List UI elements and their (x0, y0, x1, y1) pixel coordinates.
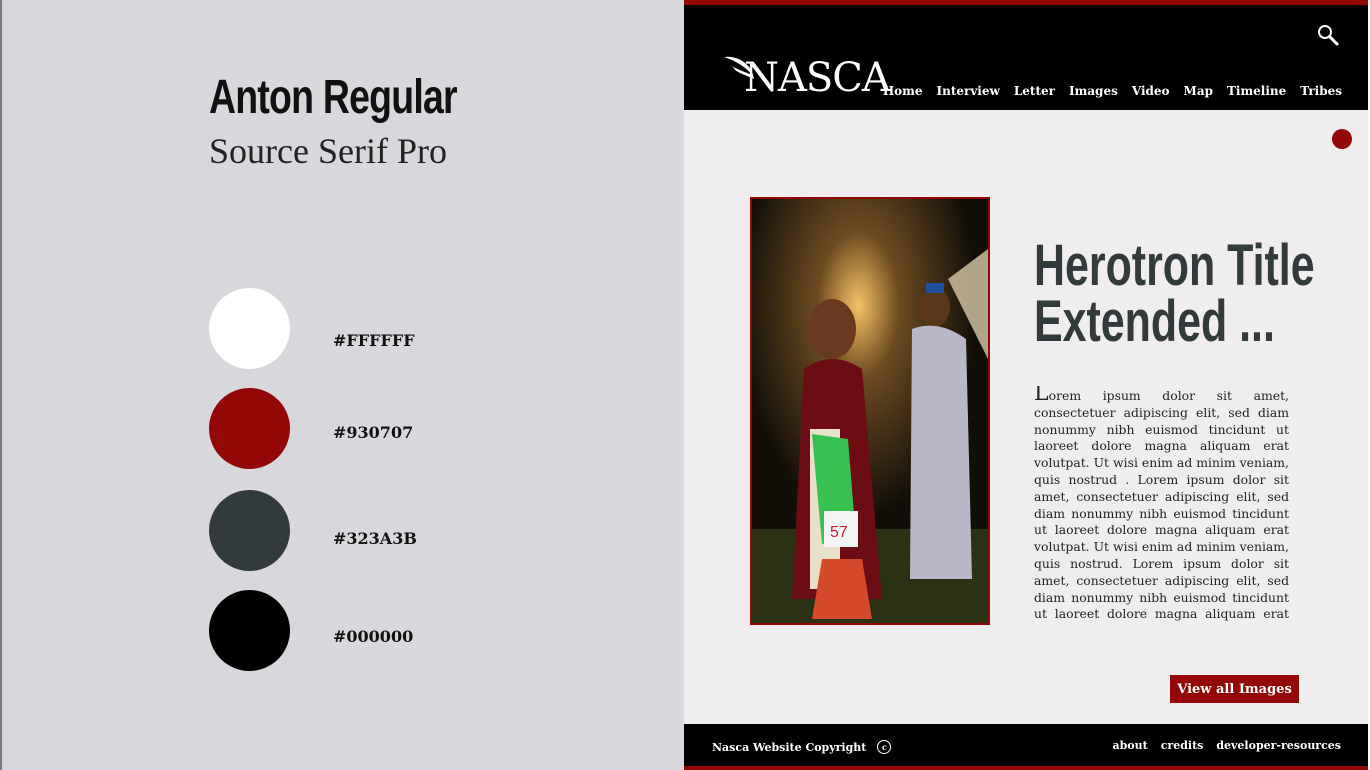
hero-title-line-2: Extended ... (1034, 289, 1275, 354)
hero-body-text: Lorem ipsum dolor sit amet, consectetuer… (1034, 386, 1289, 626)
style-guide-panel: Anton Regular Source Serif Pro #FFFFFF #… (0, 0, 684, 770)
footer-link-credits[interactable]: credits (1161, 739, 1204, 752)
footer-links: about credits developer-resources (1099, 739, 1341, 752)
secondary-font-sample: Source Serif Pro (209, 131, 447, 171)
swatch-label-charcoal: #323A3B (333, 529, 417, 548)
nav-images[interactable]: Images (1069, 84, 1118, 98)
indicator-dot[interactable] (1332, 129, 1352, 149)
site-logo[interactable]: NASCA (722, 53, 891, 103)
swatch-red (209, 388, 290, 469)
footer-link-about[interactable]: about (1112, 739, 1147, 752)
primary-font-sample: Anton Regular (209, 71, 458, 124)
swatch-black (209, 590, 290, 671)
nav-home[interactable]: Home (883, 84, 923, 98)
nav-video[interactable]: Video (1132, 84, 1170, 98)
nav-letter[interactable]: Letter (1014, 84, 1055, 98)
nav-timeline[interactable]: Timeline (1227, 84, 1286, 98)
hero-photo: 57 (750, 197, 990, 625)
nav-interview[interactable]: Interview (937, 84, 1000, 98)
footer-link-developer-resources[interactable]: developer-resources (1216, 739, 1341, 752)
header-bar: NASCA Home Interview Letter Images Video… (684, 0, 1368, 110)
svg-text:57: 57 (830, 524, 848, 541)
nav-map[interactable]: Map (1184, 84, 1213, 98)
swatch-label-red: #930707 (333, 423, 414, 442)
swatch-label-black: #000000 (333, 627, 414, 646)
hero-title: Herotron Title Extended ... (1034, 233, 1315, 354)
search-icon[interactable] (1316, 23, 1340, 47)
main-nav: Home Interview Letter Images Video Map T… (869, 84, 1342, 98)
hero-title-line-1: Herotron Title (1034, 233, 1315, 298)
swatch-white (209, 288, 290, 369)
view-all-images-button[interactable]: View all Images (1170, 675, 1299, 703)
footer-bar: Nasca Website Copyright c about credits … (684, 724, 1368, 770)
copyright: Nasca Website Copyright c (712, 740, 892, 754)
swatch-label-white: #FFFFFF (333, 331, 415, 350)
swatch-charcoal (209, 490, 290, 571)
nav-tribes[interactable]: Tribes (1300, 84, 1342, 98)
copyright-text: Nasca Website Copyright (712, 740, 867, 754)
copyright-icon: c (877, 740, 892, 754)
website-mockup: NASCA Home Interview Letter Images Video… (684, 0, 1368, 770)
